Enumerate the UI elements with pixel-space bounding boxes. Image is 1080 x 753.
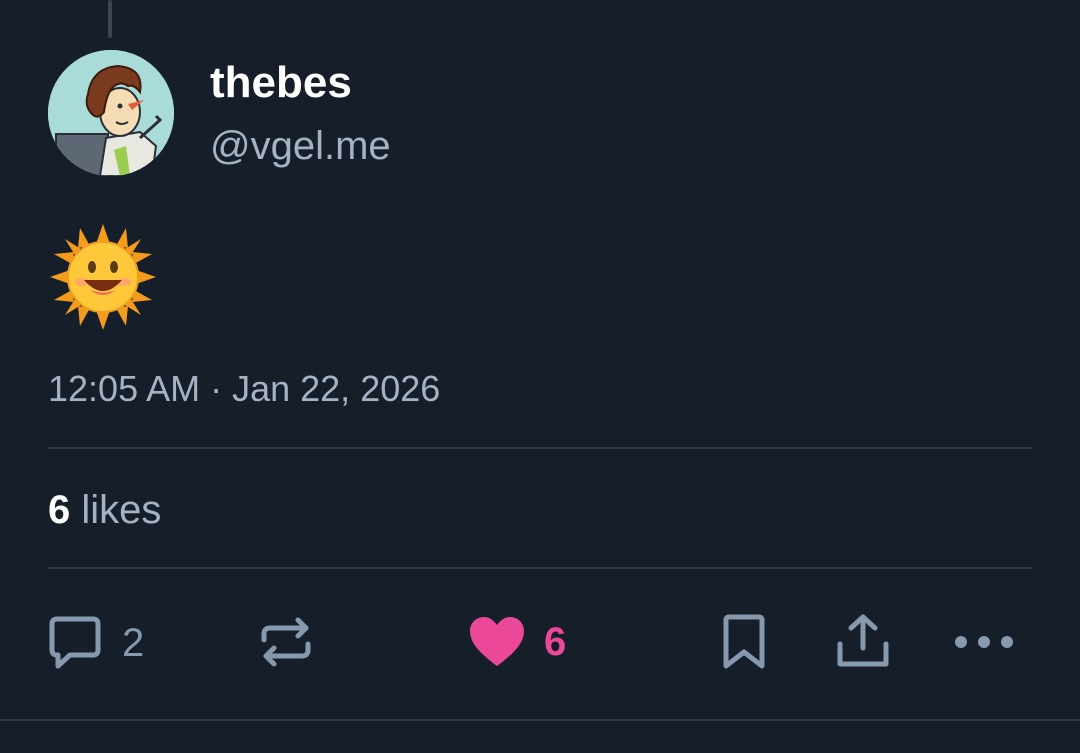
avatar[interactable] <box>48 50 174 176</box>
reply-count: 2 <box>122 621 145 665</box>
thread-connector-line <box>108 0 112 38</box>
divider <box>0 719 1080 721</box>
share-button[interactable] <box>834 612 892 670</box>
bookmark-button[interactable] <box>720 614 768 672</box>
sun-with-face-icon <box>48 222 158 332</box>
likes-label: likes <box>81 488 162 532</box>
post-timestamp[interactable]: 12:05 AM · Jan 22, 2026 <box>48 366 440 412</box>
reply-icon <box>46 614 104 672</box>
divider <box>48 447 1032 449</box>
heart-icon <box>468 614 526 670</box>
divider <box>48 567 1032 569</box>
more-icon <box>954 626 1014 658</box>
likes-summary[interactable]: 6 likes <box>48 486 161 534</box>
bookmark-icon <box>720 614 768 672</box>
author-display-name[interactable]: thebes <box>210 58 352 108</box>
repost-icon <box>258 614 314 670</box>
likes-count: 6 <box>48 488 71 532</box>
reply-button[interactable]: 2 <box>46 614 144 672</box>
author-handle[interactable]: @vgel.me <box>210 122 391 170</box>
share-icon <box>834 612 892 670</box>
like-count: 6 <box>544 620 567 664</box>
like-button[interactable]: 6 <box>468 614 566 670</box>
more-options-button[interactable] <box>954 626 1014 658</box>
repost-button[interactable] <box>258 614 314 670</box>
